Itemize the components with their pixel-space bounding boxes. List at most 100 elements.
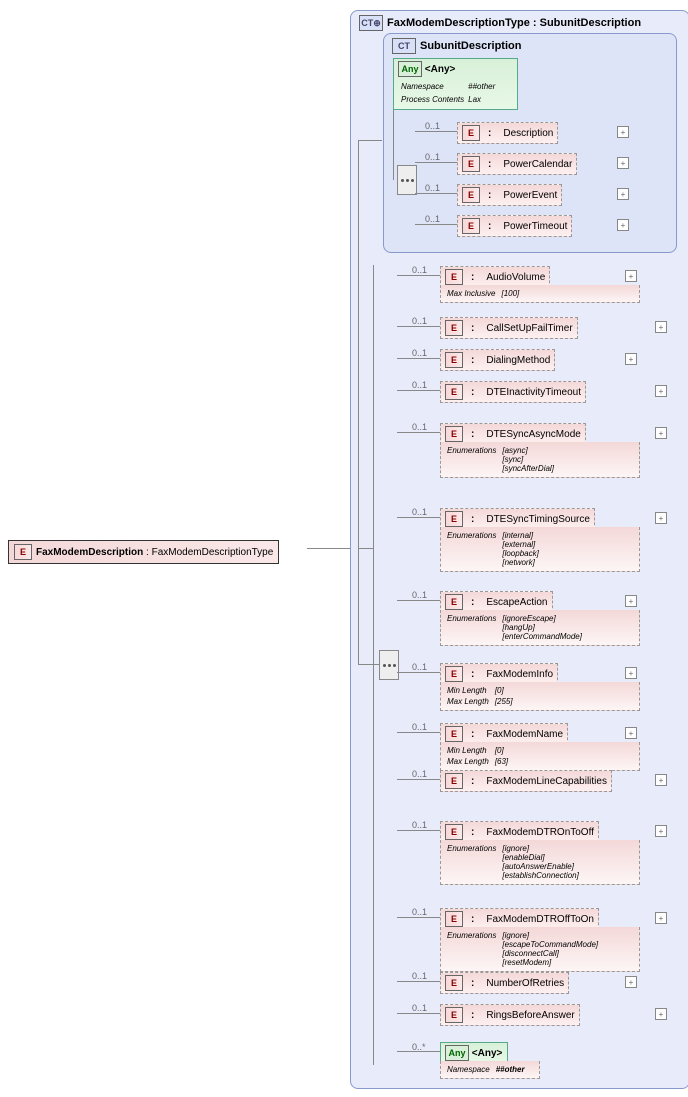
ref-name: CallSetUpFailTimer: [486, 323, 572, 334]
expand-icon[interactable]: +: [655, 912, 667, 924]
expand-icon[interactable]: +: [655, 774, 667, 786]
ref-ringsbeforeanswer[interactable]: E : RingsBeforeAnswer: [440, 1004, 580, 1026]
expand-icon[interactable]: +: [625, 353, 637, 365]
any-constraint: Namespace##other: [440, 1061, 540, 1079]
cardinality: 0..1: [425, 183, 440, 193]
connector: [397, 732, 440, 733]
any-badge: Any: [445, 1045, 469, 1061]
ref-dteinactivitytimeout[interactable]: E : DTEInactivityTimeout: [440, 381, 586, 403]
ref-name: FaxModemName: [486, 729, 563, 740]
ref-powercalendar[interactable]: E : PowerCalendar: [457, 153, 577, 175]
expand-icon[interactable]: +: [655, 385, 667, 397]
element-badge: E: [462, 187, 480, 203]
expand-icon[interactable]: +: [655, 512, 667, 524]
connector: [397, 358, 440, 359]
connector: [397, 779, 440, 780]
cardinality: 0..1: [412, 1003, 427, 1013]
ns-value: ##other: [496, 1065, 525, 1074]
element-badge: E: [445, 426, 463, 442]
ref-callsetupfailtimer[interactable]: E : CallSetUpFailTimer: [440, 317, 578, 339]
sequence-compositor[interactable]: [379, 650, 399, 680]
expand-icon[interactable]: +: [617, 157, 629, 169]
cardinality: 0..1: [412, 590, 427, 600]
element-badge: E: [445, 269, 463, 285]
sequence-compositor[interactable]: [397, 165, 417, 195]
expand-icon[interactable]: +: [655, 427, 667, 439]
expand-icon[interactable]: +: [625, 976, 637, 988]
element-badge: E: [445, 911, 463, 927]
expand-icon[interactable]: +: [617, 188, 629, 200]
ref-name: FaxModemDTROffToOn: [486, 914, 594, 925]
ref-dialingmethod[interactable]: E : DialingMethod: [440, 349, 555, 371]
ref-faxmodemlinecapabilities[interactable]: E : FaxModemLineCapabilities: [440, 770, 612, 792]
connector: [397, 981, 440, 982]
expand-icon[interactable]: +: [655, 321, 667, 333]
element-badge: E: [462, 156, 480, 172]
ref-name: PowerEvent: [503, 190, 557, 201]
element-badge: E: [445, 726, 463, 742]
constraint-box: Enumerations[ignore][escapeToCommandMode…: [440, 927, 640, 972]
connector: [373, 265, 374, 1065]
constraint-box: Enumerations[ignoreEscape][hangUp][enter…: [440, 610, 640, 646]
expand-icon[interactable]: +: [625, 270, 637, 282]
cardinality: 0..1: [412, 662, 427, 672]
any-element[interactable]: Any <Any> Namespace##other Process Conte…: [393, 58, 518, 110]
expand-icon[interactable]: +: [617, 126, 629, 138]
element-badge: E: [14, 544, 32, 560]
connector: [358, 664, 379, 665]
element-badge: E: [445, 666, 463, 682]
ref-name: FaxModemDTROnToOff: [486, 827, 594, 838]
ns-value: ##other: [467, 81, 496, 92]
ref-name: DTESyncTimingSource: [486, 514, 590, 525]
root-element[interactable]: E FaxModemDescription : FaxModemDescript…: [8, 540, 279, 564]
expand-icon[interactable]: +: [625, 727, 637, 739]
constraint-box: Enumerations[async][sync][syncAfterDial]: [440, 442, 640, 478]
ref-powerevent[interactable]: E : PowerEvent: [457, 184, 562, 206]
element-badge: E: [445, 320, 463, 336]
element-badge: E: [445, 352, 463, 368]
ct-title: FaxModemDescriptionType : SubunitDescrip…: [387, 17, 641, 29]
ref-powertimeout[interactable]: E : PowerTimeout: [457, 215, 572, 237]
ns-label: Namespace: [447, 1065, 494, 1074]
constraint-box: Min Length[0]Max Length[255]: [440, 682, 640, 711]
expand-icon[interactable]: +: [617, 219, 629, 231]
expand-icon[interactable]: +: [655, 825, 667, 837]
ref-name: FaxModemInfo: [486, 669, 553, 680]
connector: [397, 672, 440, 673]
ns-label: Namespace: [400, 81, 465, 92]
cardinality: 0..1: [412, 769, 427, 779]
element-badge: E: [445, 975, 463, 991]
ref-name: DTESyncAsyncMode: [486, 429, 580, 440]
element-badge: E: [445, 594, 463, 610]
cardinality: 0..1: [425, 152, 440, 162]
ref-description[interactable]: E : Description: [457, 122, 558, 144]
connector: [397, 1051, 440, 1052]
connector: [397, 326, 440, 327]
constraint-box: Enumerations[internal][external][loopbac…: [440, 527, 640, 572]
expand-icon[interactable]: +: [625, 595, 637, 607]
connector: [397, 917, 440, 918]
ref-name: EscapeAction: [486, 597, 547, 608]
complextype-header: CT⊕ FaxModemDescriptionType : SubunitDes…: [351, 11, 688, 35]
element-badge: E: [445, 1007, 463, 1023]
element-badge: E: [462, 218, 480, 234]
subunit-header: CT SubunitDescription: [384, 34, 676, 58]
connector: [397, 600, 440, 601]
connector: [415, 193, 457, 194]
cardinality: 0..1: [425, 121, 440, 131]
expand-icon[interactable]: +: [655, 1008, 667, 1020]
connector: [397, 830, 440, 831]
constraint-box: Enumerations[ignore][enableDial][autoAns…: [440, 840, 640, 885]
cardinality: 0..1: [412, 348, 427, 358]
ref-name: NumberOfRetries: [486, 978, 564, 989]
cardinality: 0..1: [412, 316, 427, 326]
expand-icon[interactable]: +: [625, 667, 637, 679]
connector: [415, 224, 457, 225]
ref-numberofretries[interactable]: E : NumberOfRetries: [440, 972, 569, 994]
connector: [358, 140, 359, 665]
connector: [397, 1013, 440, 1014]
cardinality: 0..1: [425, 214, 440, 224]
element-badge: E: [445, 773, 463, 789]
connector: [415, 131, 457, 132]
ref-name: PowerCalendar: [503, 159, 572, 170]
